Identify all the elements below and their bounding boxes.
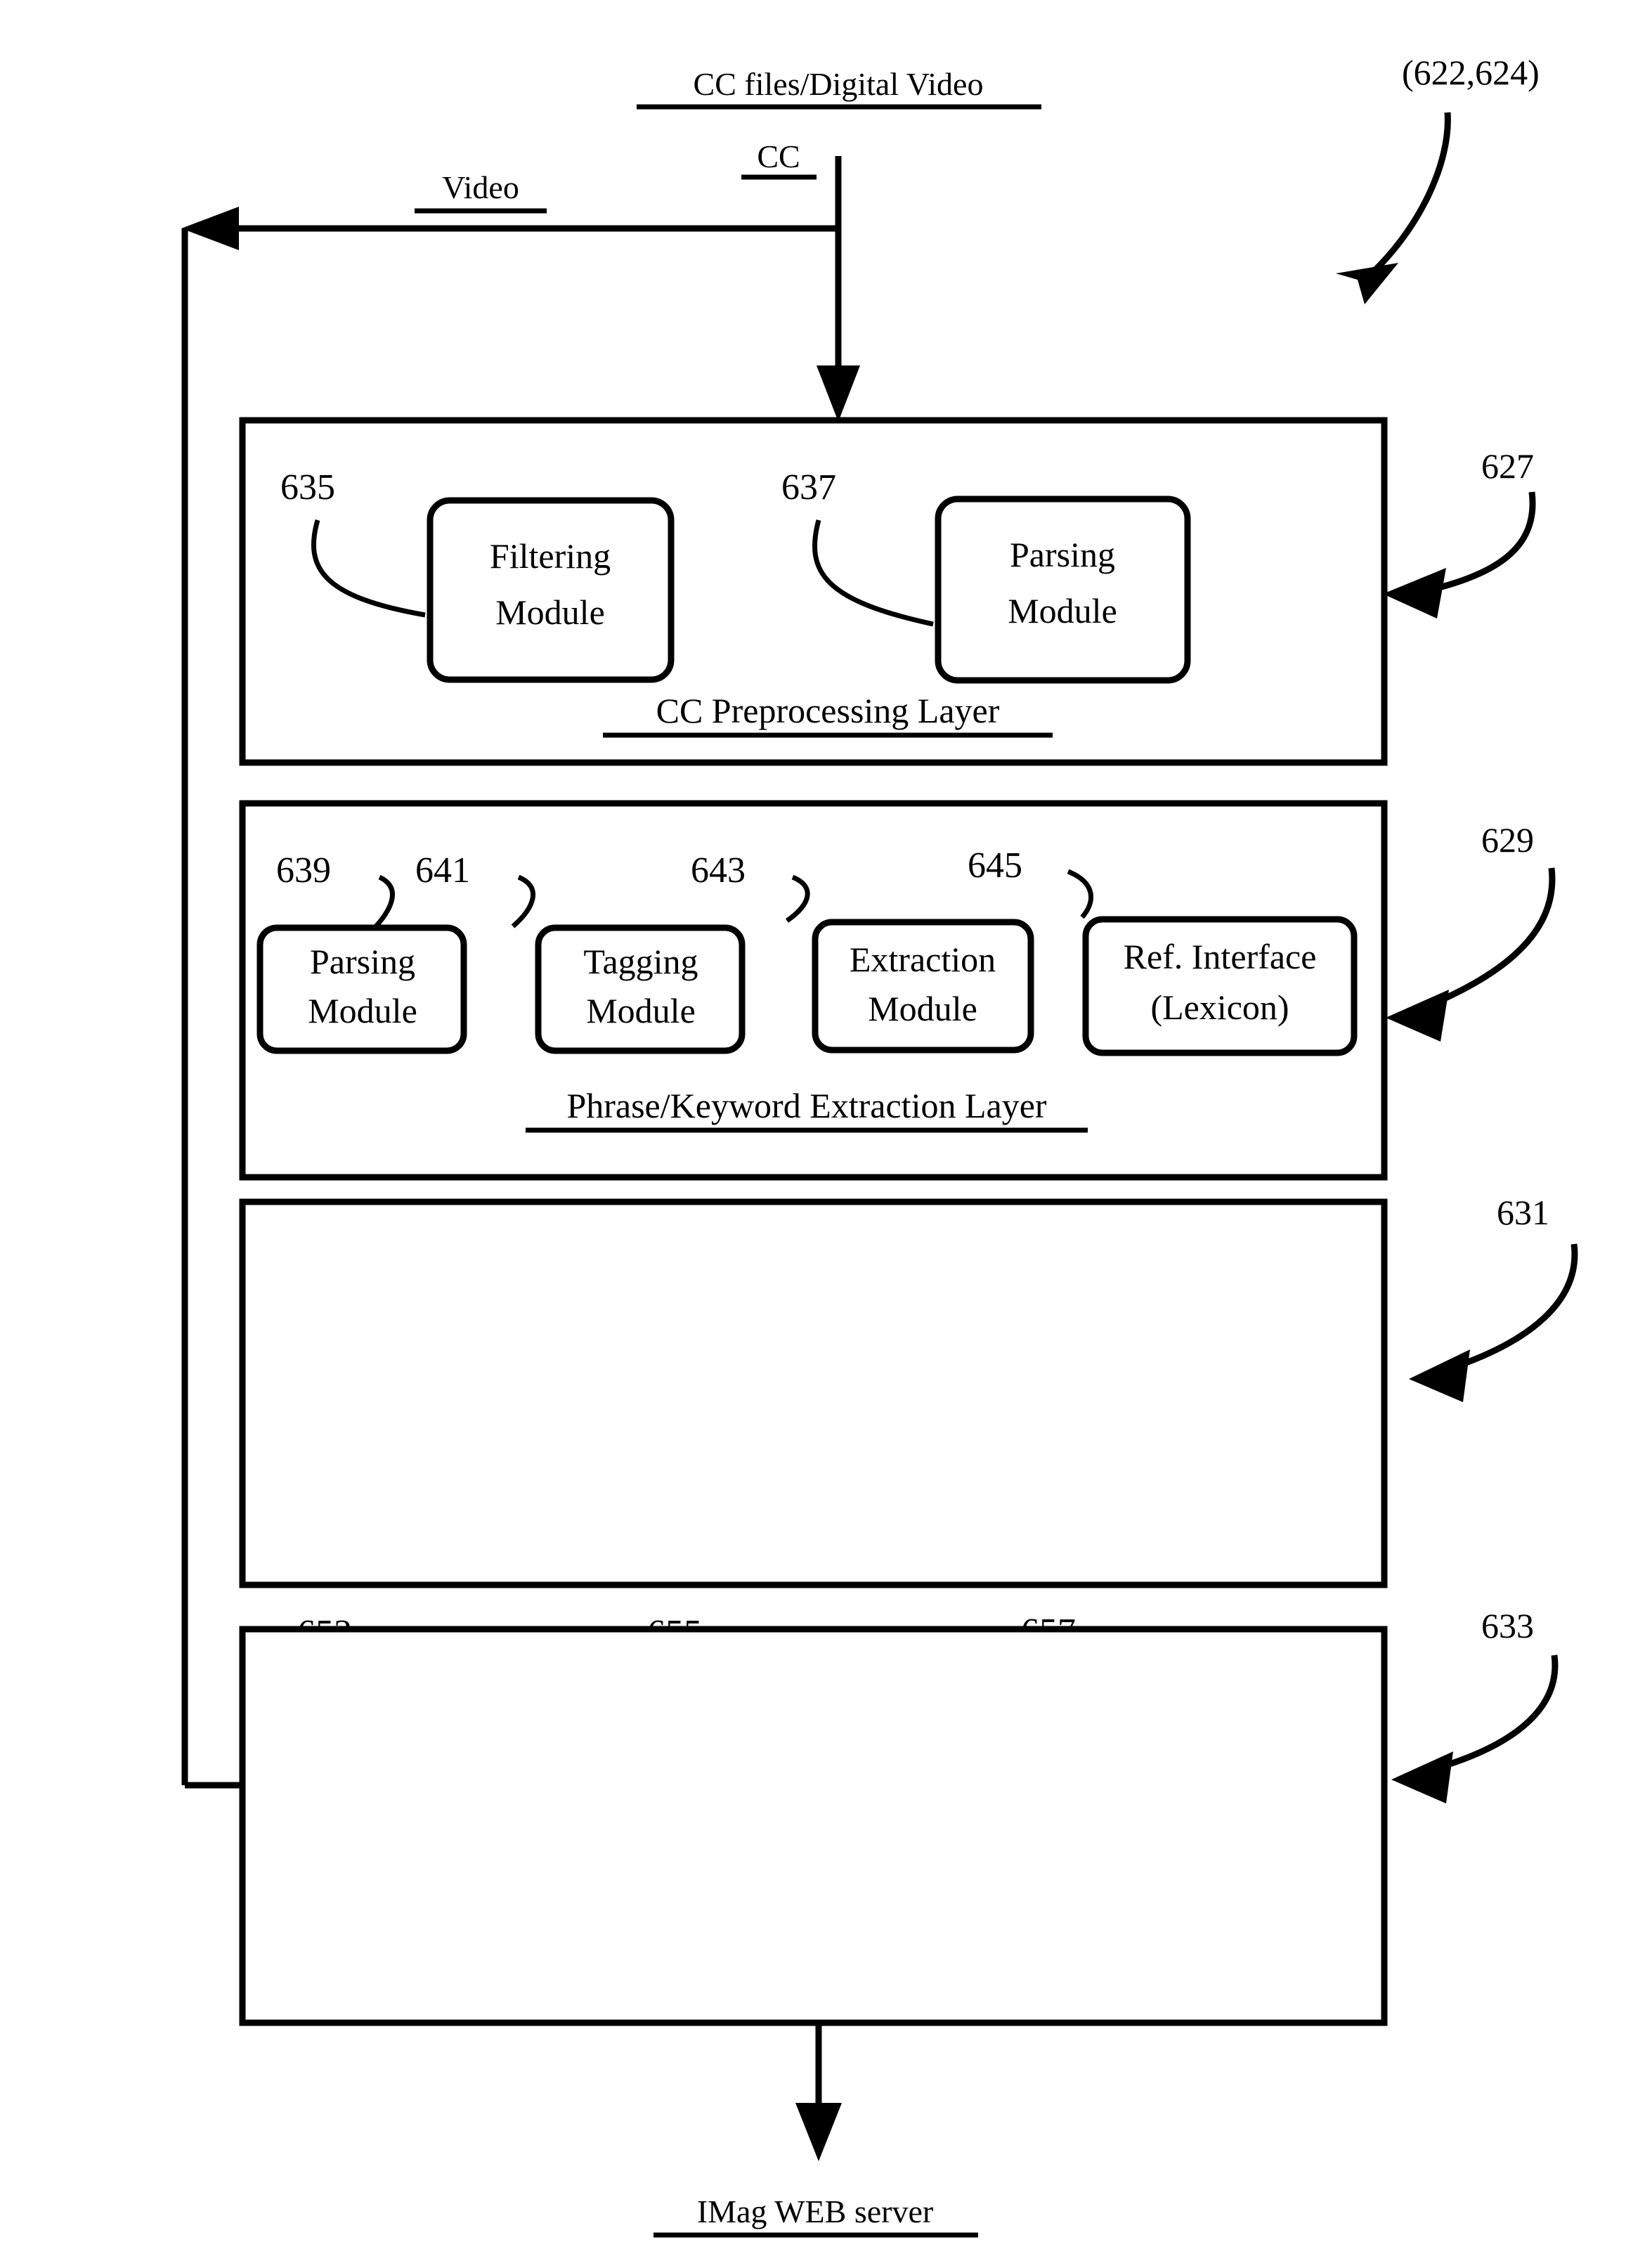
- layer-4-ref-label: 633: [1481, 1606, 1534, 1645]
- architecture-diagram: CC files/Digital Video (622,624) CC Vide…: [181, 53, 1578, 2238]
- module-parsing-l1-label-line-1: Parsing: [1010, 535, 1115, 574]
- layer-1-title: CC Preprocessing Layer: [656, 691, 1000, 730]
- module-filtering-ref: 635: [280, 467, 335, 507]
- module-extraction-label-line-2: Module: [868, 989, 977, 1028]
- cc-input-flow: CC: [741, 138, 860, 422]
- module-tagging-label-line-2: Module: [586, 991, 696, 1030]
- layer-1-ref-arrowhead: [1383, 568, 1446, 618]
- module-extraction-label-line-1: Extraction: [850, 940, 996, 979]
- ref-622-624-group: (622,624): [1336, 53, 1540, 304]
- layer-1-ref-label: 627: [1481, 446, 1534, 486]
- video-branch-label: Video: [442, 169, 519, 205]
- module-filtering-label-line-1: Filtering: [490, 536, 611, 576]
- output-arrowhead: [795, 2103, 842, 2161]
- module-tagging-ref: 641: [415, 850, 470, 890]
- module-filtering-box: [427, 497, 675, 683]
- cc-branch-label: CC: [757, 138, 800, 174]
- module-tagging-label-line-1: Tagging: [583, 942, 698, 981]
- output-flow: IMag WEB server: [653, 2023, 978, 2238]
- module-filtering-label-line-2: Module: [495, 592, 605, 632]
- module-parsing-l2-ref: 639: [276, 850, 331, 890]
- layer-2-ref-arrowhead: [1386, 990, 1449, 1042]
- layer-4-ref-arrowhead: [1391, 1751, 1453, 1803]
- layer-4-ref-leader: [1419, 1654, 1559, 1776]
- module-parsing-l2-label-line-1: Parsing: [310, 942, 415, 981]
- module-parsing-l1-label-line-2: Module: [1008, 591, 1117, 630]
- layer-2-ref-leader: [1414, 867, 1556, 1014]
- module-parsing-l1-box: [935, 496, 1191, 684]
- input-label: CC files/Digital Video: [694, 66, 984, 102]
- video-arrowhead: [181, 207, 239, 250]
- layer-cc-preprocessing[interactable]: Filtering Module 635 Parsing Module 637 …: [239, 417, 1536, 766]
- layer-2-ref-label: 629: [1481, 820, 1534, 860]
- ref-622-624-arrowhead: [1336, 263, 1398, 304]
- layer-3-ref-arrowhead: [1409, 1349, 1470, 1402]
- ref-622-624-leader: [1361, 112, 1451, 284]
- layer-phrase-keyword-extraction[interactable]: Parsing Module 639 Tagging Module 641 Ex…: [239, 800, 1556, 1181]
- module-ref-interface-ref: 645: [968, 846, 1022, 886]
- output-label: IMag WEB server: [697, 2194, 933, 2229]
- layer-2-title: Phrase/Keyword Extraction Layer: [566, 1086, 1046, 1125]
- module-extraction-ref: 643: [691, 850, 746, 890]
- layer-3-ref-label: 631: [1497, 1193, 1549, 1232]
- input-label-group: CC files/Digital Video: [637, 66, 1041, 110]
- module-ref-interface-label-line-1: Ref. Interface: [1124, 937, 1317, 976]
- layer-3-box-frame: [239, 1198, 1388, 1588]
- ref-622-624-label: (622,624): [1402, 53, 1540, 92]
- module-ref-interface-label-line-2: (Lexicon): [1150, 987, 1289, 1027]
- patent-figure: CC files/Digital Video (622,624) CC Vide…: [0, 0, 1652, 2254]
- cc-input-arrowhead: [817, 365, 860, 422]
- layer-4-box-frame: [239, 1626, 1388, 2026]
- module-parsing-l2-label-line-2: Module: [308, 991, 417, 1030]
- module-parsing-l1-ref: 637: [781, 467, 836, 507]
- layer-3-ref-leader: [1438, 1243, 1578, 1375]
